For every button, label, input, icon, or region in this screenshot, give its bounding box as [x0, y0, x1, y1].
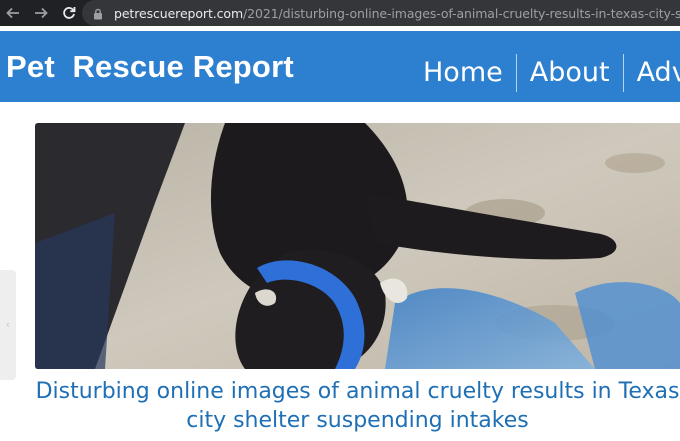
back-arrow-icon: [6, 6, 20, 20]
forward-arrow-icon: [34, 6, 48, 20]
main-nav: Home About Adv: [410, 53, 680, 93]
url-path: /2021/disturbing-online-images-of-animal…: [243, 5, 680, 21]
side-feedback-tab[interactable]: ‹: [0, 270, 16, 380]
chevron-left-icon: ‹: [6, 319, 10, 331]
reload-button[interactable]: [56, 0, 82, 26]
back-button[interactable]: [0, 0, 26, 26]
article-hero-image[interactable]: [35, 123, 680, 369]
address-bar[interactable]: petrescuereport.com/2021/disturbing-onli…: [82, 0, 680, 26]
nav-home[interactable]: Home: [410, 53, 516, 93]
url-text: petrescuereport.com/2021/disturbing-onli…: [114, 6, 680, 21]
nav-advertise[interactable]: Adv: [624, 53, 680, 93]
site-logo[interactable]: Pet Rescue Report: [6, 49, 294, 85]
nav-about[interactable]: About: [517, 53, 623, 93]
article-title[interactable]: Disturbing online images of animal cruel…: [35, 377, 680, 435]
site-header: Pet Rescue Report Home About Adv: [0, 31, 680, 102]
reload-icon: [62, 6, 76, 20]
lock-icon: [92, 7, 104, 20]
browser-toolbar: petrescuereport.com/2021/disturbing-onli…: [0, 0, 680, 26]
forward-button[interactable]: [28, 0, 54, 26]
url-host: petrescuereport.com: [114, 5, 244, 21]
